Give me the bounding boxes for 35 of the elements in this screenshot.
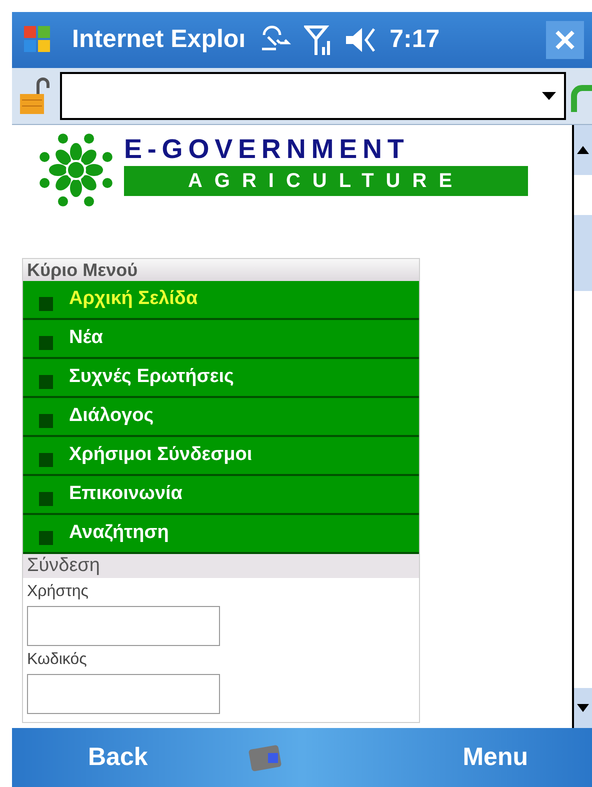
field-label: Κωδικός [27,650,88,670]
scroll-thumb[interactable] [574,215,592,291]
bullet-icon [39,374,53,388]
window-title: Internet Exploı [72,24,246,56]
scroll-down-icon[interactable] [577,704,589,712]
logo-title: E-GOVERNMENT [124,134,410,164]
clock-time: 7:17 [390,24,440,56]
menu-heading: Κύριο Μενού [23,259,419,281]
bullet-icon [39,414,53,428]
field-label: Χρήστης [27,582,90,602]
scroll-up-icon[interactable] [577,146,589,154]
menu-item[interactable]: Νέα [23,320,419,359]
bullet-icon [39,492,53,506]
menu-softkey[interactable]: Menu [462,738,528,776]
text-field[interactable] [27,606,220,646]
menu-item[interactable]: Επικοινωνία [23,476,419,515]
bullet-icon [39,530,53,544]
back-softkey[interactable]: Back [88,738,148,776]
menu-item[interactable]: Διάλογος [23,398,419,437]
close-icon [554,29,576,51]
menu-item[interactable]: Συχνές Ερωτήσεις [23,359,419,398]
menu-item[interactable]: Αναζήτηση [23,515,419,554]
signal-icon[interactable] [304,23,332,57]
logo-subtitle-banner: AGRICULTURE [124,166,528,196]
bullet-icon [39,336,53,350]
bullet-icon [39,296,53,310]
menu-item[interactable]: Αρχική Σελίδα [23,281,419,320]
menu-item[interactable]: Χρήσιμοι Σύνδεσμοι [23,437,419,476]
login-heading: Σύνδεση [23,554,419,578]
dropdown-arrow-icon[interactable] [542,92,556,100]
text-field[interactable] [27,674,220,714]
bullet-icon [39,452,53,466]
scrollbar[interactable] [572,125,592,728]
close-button[interactable] [546,21,584,59]
address-field[interactable] [60,72,566,120]
